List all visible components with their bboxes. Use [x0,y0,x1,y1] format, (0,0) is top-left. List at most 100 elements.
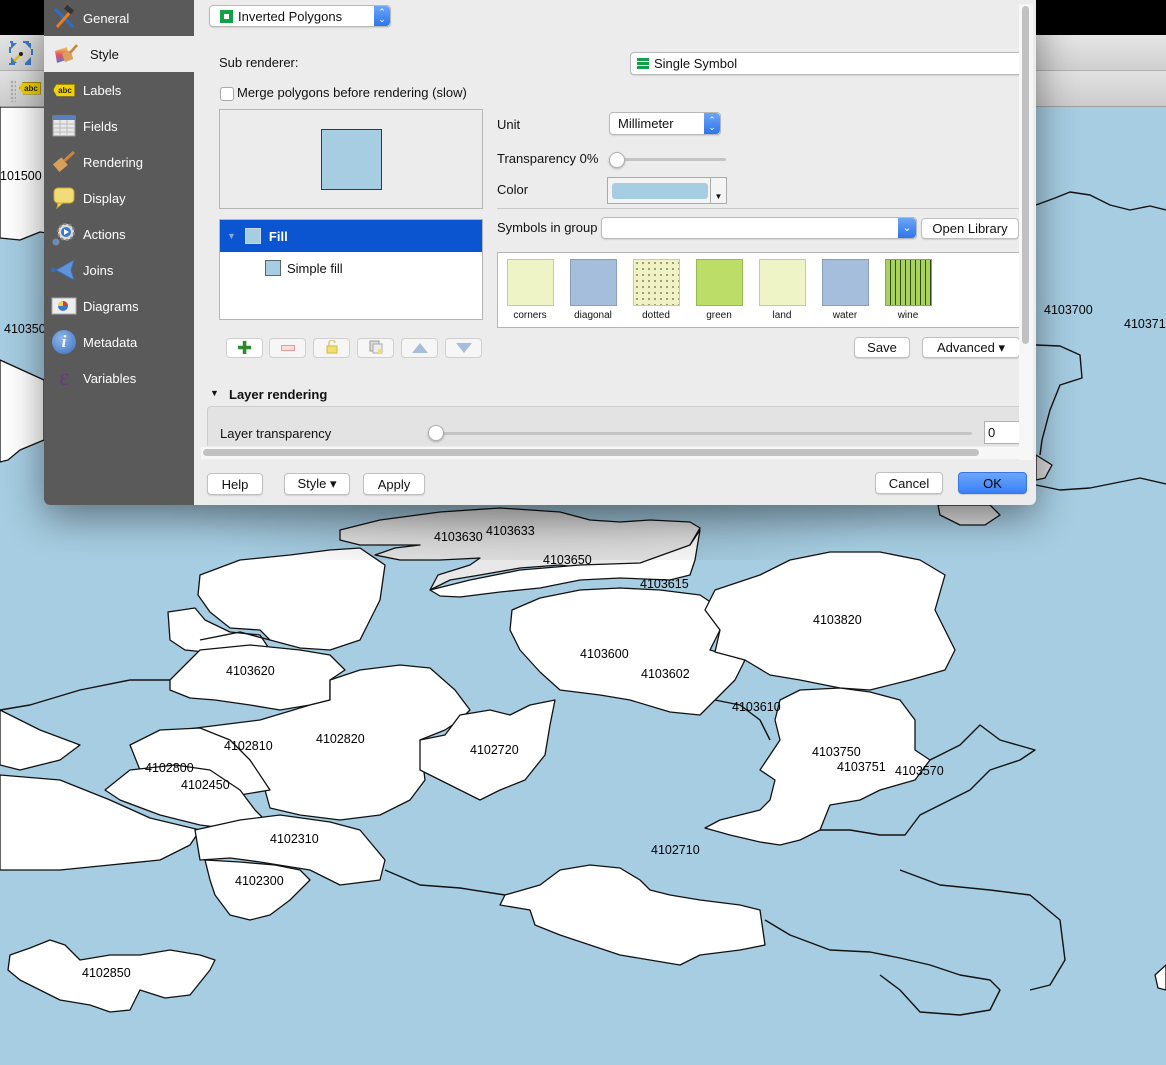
map-label: 4102850 [82,966,131,980]
symbol-layer-tree: ▼ Fill Simple fill [219,219,483,320]
map-label: 4103602 [641,667,690,681]
map-label: 4103700 [1044,303,1093,317]
select-stepper-icon: ⌃ ⌄ [374,6,390,26]
layer-transparency-input[interactable]: 0 [984,421,1022,444]
transparency-slider-handle[interactable] [609,152,625,168]
sub-renderer-label: Sub renderer: [219,55,299,70]
duplicate-icon [369,340,383,357]
horizontal-scrollbar[interactable] [201,447,1019,459]
zoom-full-extent-icon[interactable] [8,40,34,66]
sidebar-item-metadata[interactable]: i Metadata [44,324,194,360]
tree-item-fill[interactable]: ▼ Fill [220,220,482,252]
move-down-button[interactable] [445,338,482,358]
toolbar-grip-handle[interactable] [10,80,16,102]
map-boundary-line [0,679,170,711]
dropdown-arrow-icon[interactable]: ▼ [710,178,726,203]
renderer-select[interactable]: Inverted Polygons ⌃ ⌄ [209,5,391,27]
epsilon-icon: ε [58,364,70,391]
symbol-item-wine[interactable]: wine [882,259,934,321]
sidebar-item-actions[interactable]: Actions [44,216,194,252]
style-panel: Inverted Polygons ⌃ ⌄ Sub renderer: Singl… [194,0,1036,505]
open-library-button[interactable]: Open Library [921,218,1019,239]
help-button[interactable]: Help [207,473,263,495]
map-boundary-line [384,869,506,896]
symbol-item-green[interactable]: green [693,259,745,321]
sidebar-item-label: Style [90,46,119,62]
map-boundary-line [764,919,1001,1016]
save-symbol-button[interactable]: Save [854,337,910,358]
symbol-preview [219,109,483,209]
brush-icon [50,148,78,176]
symbol-swatch [569,259,617,306]
sidebar-item-display[interactable]: Display [44,180,194,216]
symbol-swatch [884,259,932,306]
sidebar-item-label: Variables [83,370,137,386]
remove-layer-button[interactable] [269,338,306,358]
move-up-button[interactable] [401,338,438,358]
simple-fill-swatch-icon [265,260,281,276]
map-boundary-line [1035,344,1083,456]
map-label: 4103600 [580,647,629,661]
lock-layer-button[interactable] [313,338,350,358]
add-layer-button[interactable]: ✚ [226,338,263,358]
symbol-item-diagonal[interactable]: diagonal [567,259,619,321]
merge-polygons-label: Merge polygons before rendering (slow) [237,85,467,100]
transparency-slider-track[interactable] [609,158,726,161]
minus-icon [280,345,295,351]
symbol-swatch [506,259,554,306]
sidebar-item-style[interactable]: Style [44,36,194,72]
sidebar-item-variables[interactable]: ε Variables [44,360,194,396]
map-label: 4103630 [434,530,483,544]
advanced-menu-button[interactable]: Advanced ▾ [922,337,1020,358]
sidebar-item-label: Metadata [83,334,138,350]
map-label: 4102720 [470,743,519,757]
layer-transparency-slider-track[interactable] [436,432,972,435]
sidebar-item-labels[interactable]: abc Labels [44,72,194,108]
single-symbol-icon [637,58,649,69]
layer-transparency-slider-handle[interactable] [428,425,444,441]
unit-select[interactable]: Millimeter ⌃ ⌄ [609,112,721,135]
map-polygon [1154,964,1166,991]
symbol-group-select[interactable]: ⌄ [601,217,917,239]
symbol-item-corners[interactable]: corners [504,259,556,321]
map-label: 410350 [4,322,46,336]
apply-button[interactable]: Apply [363,473,425,495]
sidebar-item-label: Display [83,190,126,206]
symbol-item-dotted[interactable]: dotted [630,259,682,321]
collapse-arrow-icon[interactable]: ▼ [210,388,219,398]
label-tool-icon[interactable]: abc [18,80,42,96]
horizontal-scrollbar-thumb[interactable] [203,449,979,456]
vertical-scrollbar-thumb[interactable] [1022,6,1029,344]
map-label: 4102300 [235,874,284,888]
unit-label: Unit [497,117,521,132]
sidebar-item-general[interactable]: General [44,0,194,36]
sidebar-item-fields[interactable]: Fields [44,108,194,144]
cancel-button[interactable]: Cancel [875,472,943,494]
tree-item-simple-fill[interactable]: Simple fill [220,252,482,284]
merge-polygons-checkbox[interactable] [220,87,234,101]
sidebar-item-joins[interactable]: Joins [44,252,194,288]
properties-sidebar: General Style abc Labels Fields Renderin… [44,0,194,505]
ok-button[interactable]: OK [958,472,1027,494]
duplicate-layer-button[interactable] [357,338,394,358]
symbol-item-water[interactable]: water [819,259,871,321]
symbol-swatch [695,259,743,306]
divider [497,208,1023,209]
join-arrow-icon [50,256,78,284]
symbol-item-land[interactable]: land [756,259,808,321]
sidebar-item-diagrams[interactable]: Diagrams [44,288,194,324]
abc-label-icon: abc [50,76,78,104]
vertical-scrollbar[interactable] [1019,4,1033,460]
style-menu-button[interactable]: Style ▾ [284,473,350,495]
sidebar-item-rendering[interactable]: Rendering [44,144,194,180]
sub-renderer-select[interactable]: Single Symbol [630,52,1022,75]
map-label: 4102810 [224,739,273,753]
expand-arrow-icon[interactable]: ▼ [227,231,236,241]
map-label: 4103751 [837,760,886,774]
pie-chart-icon [50,292,78,320]
info-icon: i [50,328,78,356]
map-polygon [499,864,766,966]
map-label: 4102450 [181,778,230,792]
color-picker-button[interactable]: ▼ [607,177,727,204]
color-swatch [612,183,708,199]
